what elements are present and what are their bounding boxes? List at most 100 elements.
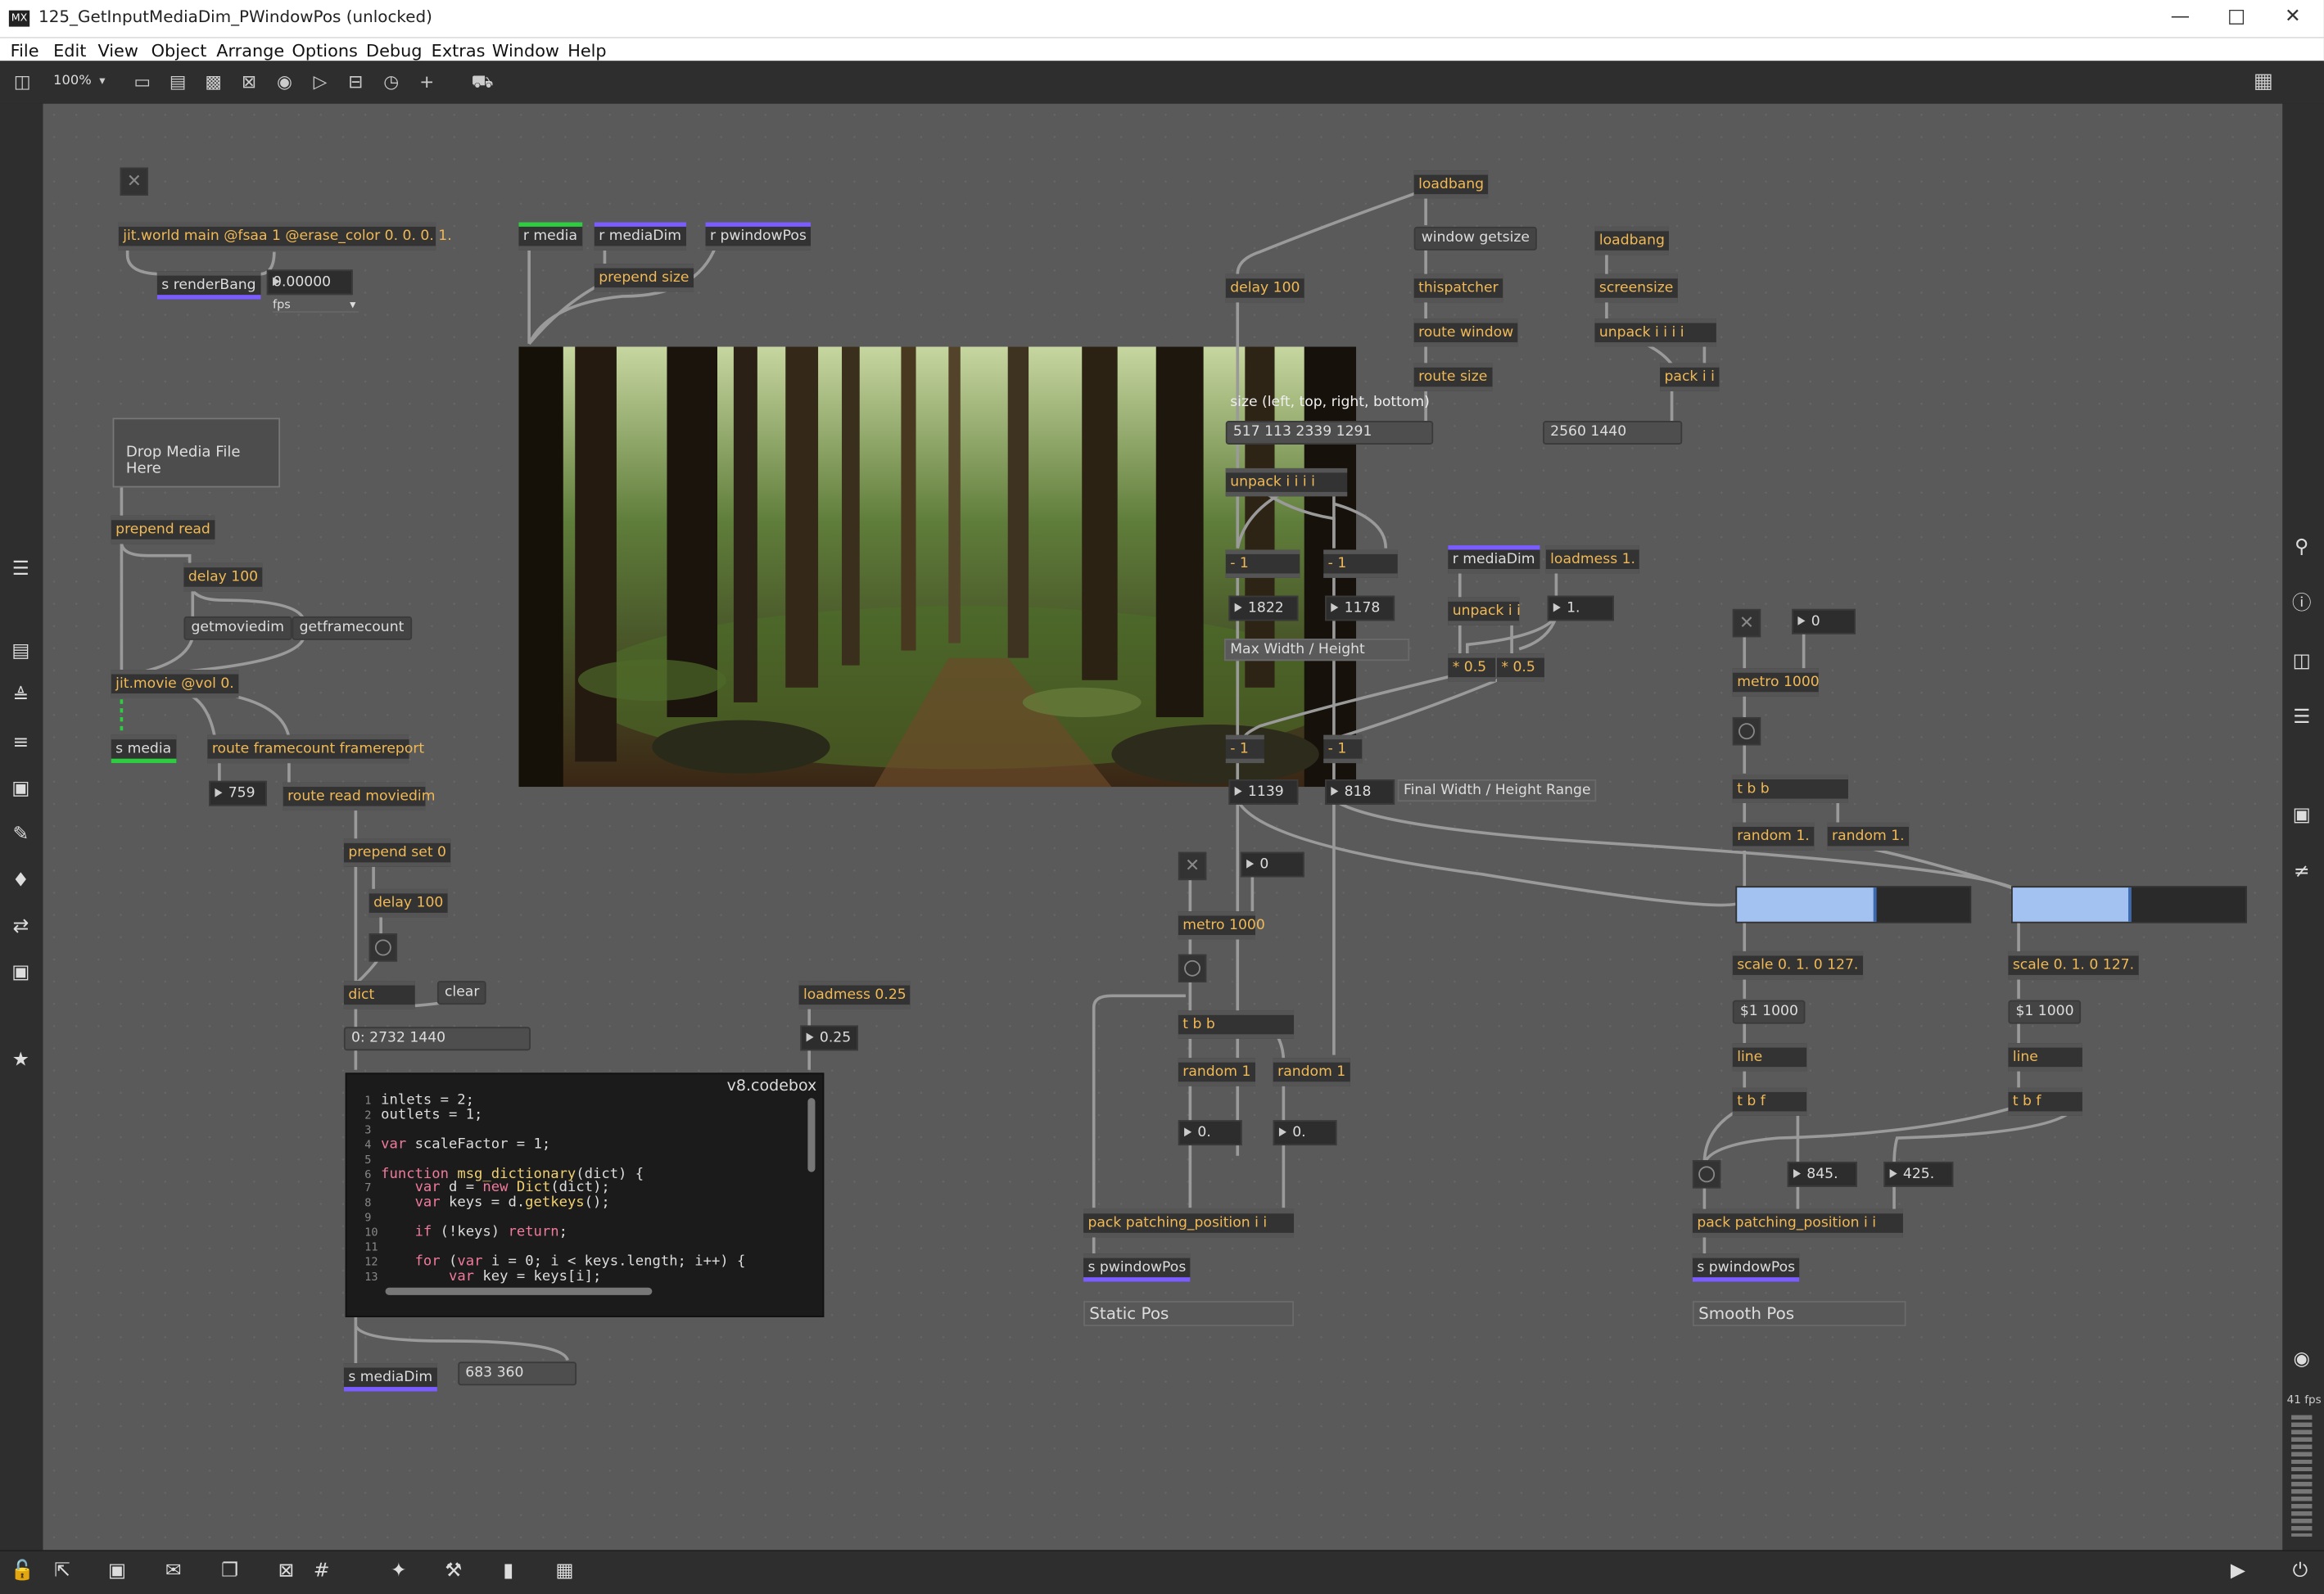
- sidebar-toggle-icon[interactable]: ◫: [11, 71, 32, 92]
- r-pwindowpos-object[interactable]: r pwindowPos: [705, 222, 812, 251]
- ramp-1-message[interactable]: $1 1000: [1732, 1000, 1806, 1024]
- horizontal-slider-1[interactable]: [1735, 886, 1972, 923]
- static-y-number[interactable]: 0.: [1273, 1120, 1337, 1146]
- close-icon[interactable]: ✕: [2271, 3, 2315, 33]
- scale-1-object[interactable]: scale 0. 1. 0 127.: [1732, 951, 1863, 980]
- menu-view[interactable]: View: [97, 40, 138, 61]
- window-getsize-message[interactable]: window getsize: [1413, 226, 1538, 251]
- menu-file[interactable]: File: [11, 40, 39, 61]
- layers-icon[interactable]: ❐: [216, 1560, 243, 1584]
- search-icon[interactable]: ⚲: [2288, 536, 2315, 560]
- menu-debug[interactable]: Debug: [366, 40, 422, 61]
- grid-icon[interactable]: #: [308, 1560, 335, 1584]
- tbb2-object[interactable]: t b b: [1732, 774, 1848, 803]
- getmoviedim-message[interactable]: getmoviedim: [183, 616, 292, 640]
- loadmess-025-object[interactable]: loadmess 0.25: [798, 981, 911, 1009]
- max-width-number[interactable]: 1822: [1228, 595, 1299, 621]
- bang-button[interactable]: [368, 933, 398, 962]
- new-message-icon[interactable]: ▤: [168, 71, 188, 92]
- power-icon[interactable]: ⏻: [2287, 1560, 2314, 1584]
- add-object-icon[interactable]: +: [417, 71, 437, 92]
- pack-ii-object[interactable]: pack i i: [1660, 363, 1720, 391]
- tbf-1-object[interactable]: t b f: [1732, 1087, 1807, 1116]
- bang-object-icon[interactable]: ◉: [274, 71, 295, 92]
- smooth-bang[interactable]: [1732, 716, 1761, 746]
- media-icon[interactable]: ▤: [7, 640, 34, 664]
- minus-1b-object[interactable]: - 1: [1323, 549, 1398, 578]
- final-height-number[interactable]: 818: [1325, 779, 1395, 805]
- delay-100c-object[interactable]: delay 100: [1225, 273, 1304, 303]
- media-dim-message[interactable]: 683 360: [458, 1361, 577, 1386]
- drop-media-area[interactable]: Drop Media File Here: [112, 418, 281, 488]
- presentation-icon[interactable]: ⇱: [49, 1560, 76, 1584]
- screensize-object[interactable]: screensize: [1594, 273, 1678, 303]
- vertical-scrollbar[interactable]: [807, 1098, 816, 1172]
- scale-factor-number[interactable]: 1.: [1547, 595, 1614, 621]
- wrench-icon[interactable]: ⚒: [441, 1560, 468, 1584]
- number-object-icon[interactable]: ▷: [310, 71, 330, 92]
- menu-arrange[interactable]: Arrange: [216, 40, 284, 61]
- debug-icon[interactable]: ✦: [386, 1560, 413, 1584]
- paint-bucket-icon[interactable]: ⛟: [472, 71, 494, 92]
- book-icon[interactable]: ◫: [2288, 651, 2315, 675]
- toggle-object-icon[interactable]: ⊠: [238, 71, 259, 92]
- connect-icon[interactable]: ⇄: [7, 916, 34, 940]
- static-bang[interactable]: [1178, 954, 1207, 982]
- delay-100b-object[interactable]: delay 100: [368, 888, 448, 918]
- render-toggle[interactable]: ✕: [120, 167, 148, 196]
- menu-extras[interactable]: Extras: [432, 40, 486, 61]
- s-renderbang-object[interactable]: s renderBang: [156, 271, 261, 300]
- metro-1000b-object[interactable]: metro 1000: [1732, 668, 1820, 697]
- loadbang2-object[interactable]: loadbang: [1594, 226, 1670, 255]
- slider-1-knob[interactable]: [1874, 887, 1877, 922]
- menu-options[interactable]: Options: [292, 40, 358, 61]
- chat-icon[interactable]: ✉: [160, 1560, 187, 1584]
- keyboard-icon[interactable]: ▮: [495, 1560, 522, 1584]
- s-mediadim-object[interactable]: s mediaDim: [343, 1363, 437, 1392]
- delay-100-object[interactable]: delay 100: [183, 562, 263, 592]
- prepend-read-object[interactable]: prepend read: [111, 515, 215, 544]
- screensize-message[interactable]: 2560 1440: [1543, 421, 1683, 445]
- record-icon[interactable]: ◉: [2288, 1348, 2315, 1372]
- random-1b-object[interactable]: random 1: [1273, 1058, 1350, 1086]
- audio-icon[interactable]: ≜: [7, 686, 34, 710]
- thispatcher-object[interactable]: thispatcher: [1413, 273, 1503, 303]
- s-pwindowpos-1[interactable]: s pwindowPos: [1083, 1253, 1191, 1282]
- smooth-x-number[interactable]: 845.: [1787, 1161, 1857, 1187]
- smooth-interval-number[interactable]: 0: [1792, 608, 1856, 634]
- menu-icon[interactable]: ☰: [7, 558, 34, 582]
- mult-05b-object[interactable]: * 0.5: [1496, 653, 1544, 682]
- r-media-object[interactable]: r media: [518, 222, 582, 251]
- random-1a-object[interactable]: random 1: [1178, 1058, 1255, 1086]
- list-icon[interactable]: ☰: [2288, 707, 2315, 730]
- camera-icon[interactable]: ▣: [2288, 805, 2315, 829]
- lock-icon[interactable]: 🔓: [9, 1560, 36, 1584]
- v8-codebox[interactable]: v8.codebox 1 inlets = 2; 2 outlets = 1; 3 4 va…: [345, 1072, 825, 1318]
- fps-number[interactable]: 0.00000: [266, 269, 353, 296]
- mixer-icon[interactable]: ≠: [2288, 861, 2315, 885]
- route-window-object[interactable]: route window: [1413, 318, 1518, 347]
- menu-object[interactable]: Object: [151, 40, 207, 61]
- pack-patching-position-1[interactable]: pack patching_position i i: [1083, 1208, 1295, 1238]
- metro-1000a-object[interactable]: metro 1000: [1178, 911, 1265, 940]
- unpack-iiii-object[interactable]: unpack i i i i: [1225, 467, 1348, 497]
- zoom-dropdown-icon[interactable]: ▾: [92, 71, 112, 92]
- static-interval-number[interactable]: 0: [1240, 851, 1304, 878]
- framecount-number[interactable]: 759: [209, 780, 267, 806]
- r-mediadim-object[interactable]: r mediaDim: [594, 222, 686, 251]
- jit-world-object[interactable]: jit.world main @fsaa 1 @erase_color 0. 0…: [118, 222, 452, 251]
- r-mediadim2-object[interactable]: r mediaDim: [1448, 545, 1540, 574]
- info-icon[interactable]: ⓘ: [2288, 593, 2315, 616]
- line-1-object[interactable]: line: [1732, 1043, 1807, 1072]
- smooth-y-number[interactable]: 425.: [1883, 1161, 1954, 1187]
- image-icon[interactable]: ▣: [7, 778, 34, 802]
- dict-object[interactable]: dict: [343, 981, 415, 1009]
- menu-help[interactable]: Help: [567, 40, 606, 61]
- unpack-ii-object[interactable]: unpack i i: [1448, 597, 1521, 625]
- grid-keys-icon[interactable]: ▦: [551, 1560, 578, 1584]
- random-1c-object[interactable]: random 1.: [1732, 822, 1815, 851]
- random-1d-object[interactable]: random 1.: [1827, 822, 1910, 851]
- minus-1c-object[interactable]: - 1: [1225, 734, 1264, 764]
- route-size-object[interactable]: route size: [1413, 363, 1492, 391]
- clear-message[interactable]: clear: [436, 981, 487, 1005]
